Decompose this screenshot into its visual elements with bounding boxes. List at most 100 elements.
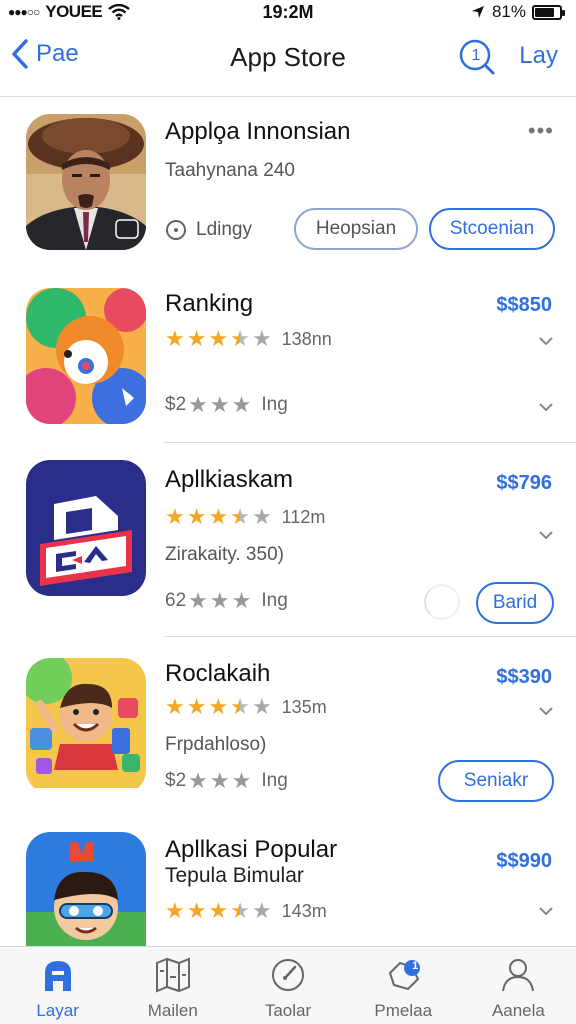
rating-prefix: 62 xyxy=(165,590,187,611)
star-icon: ★ xyxy=(165,326,185,351)
star-icon: ★ xyxy=(186,694,207,719)
chevron-down-icon[interactable] xyxy=(538,402,554,412)
star-half-icon: ★ xyxy=(230,504,250,529)
star-icon: ★ xyxy=(208,504,229,529)
star-icon: ★ xyxy=(209,768,230,793)
tab-aanela[interactable]: Aanela xyxy=(461,947,576,1024)
map-icon xyxy=(155,957,190,993)
star-empty-icon: ★ xyxy=(251,694,272,719)
list-item[interactable]: Ranking $$850 ★ ★ ★ ★ ★ 138nn $2 ★ ★ ★ I… xyxy=(0,274,576,442)
price-label[interactable]: $$850 xyxy=(496,294,552,317)
star-icon: ★ xyxy=(188,392,208,417)
star-icon: ★ xyxy=(165,898,185,923)
app-icon-ca-logo[interactable] xyxy=(26,460,146,596)
star-icon: ★ xyxy=(165,504,185,529)
row-divider xyxy=(164,442,576,443)
star-icon: ★ xyxy=(208,694,229,719)
app-subtitle: Zirakaity. 350) xyxy=(165,544,284,565)
tab-pmelaa[interactable]: 1 Pmelaa xyxy=(346,947,461,1024)
app-subtitle: Tepula Bimular xyxy=(165,864,304,887)
battery-icon xyxy=(532,4,565,20)
loading-spinner-icon xyxy=(424,584,460,620)
app-subtitle: Frpdahloso) xyxy=(165,734,267,755)
app-title: Apllkasi Popular xyxy=(165,836,338,863)
list-item[interactable]: Apllkiaskam $$796 ★ ★ ★ ★ ★ 112m Zirakai… xyxy=(0,444,576,634)
search-badge: 1 xyxy=(471,47,481,64)
chevron-down-icon[interactable] xyxy=(538,336,554,346)
star-icon: ★ xyxy=(209,588,230,613)
rating-prefix: $2 xyxy=(165,770,187,791)
app-title: Ranking xyxy=(165,290,254,317)
star-empty-icon: ★ xyxy=(251,898,272,923)
primary-button[interactable]: Stcoenian xyxy=(429,208,555,250)
tab-label: Taolar xyxy=(264,1001,312,1020)
price-label[interactable]: $$796 xyxy=(496,472,552,495)
chevron-down-icon[interactable] xyxy=(538,706,554,716)
star-icon: ★ xyxy=(231,768,252,793)
rating-prefix: $2 xyxy=(165,394,187,415)
star-rating: ★ ★ ★ ★ ★ 135m xyxy=(165,696,327,718)
star-icon: ★ xyxy=(186,504,207,529)
tab-taolar[interactable]: Taolar xyxy=(230,947,345,1024)
app-icon-cartoon-boy[interactable] xyxy=(26,658,146,794)
search-button[interactable]: 1 xyxy=(458,38,496,76)
rating-count: 138nn xyxy=(281,328,332,349)
get-button[interactable]: Barid xyxy=(476,582,554,624)
secondary-rating: $2 ★ ★ ★ Ing xyxy=(165,394,288,416)
tab-label: Pmelaa xyxy=(374,1001,433,1020)
price-label[interactable]: $$390 xyxy=(496,666,552,689)
app-store-icon xyxy=(44,961,71,991)
more-options-icon[interactable]: ••• xyxy=(528,118,554,144)
location-icon xyxy=(471,6,484,18)
tab-label: Layar xyxy=(36,1001,79,1020)
app-title: Apllkiaskam xyxy=(165,466,294,493)
tab-layar[interactable]: Layar xyxy=(0,947,115,1024)
back-button[interactable]: Pae xyxy=(10,38,79,70)
star-icon: ★ xyxy=(231,588,252,613)
star-half-icon: ★ xyxy=(230,326,250,351)
app-title: Applo̧a Innonsian xyxy=(165,118,351,145)
rating-count: 135m xyxy=(281,696,327,717)
rating-label: Ing xyxy=(261,590,288,611)
star-icon: ★ xyxy=(208,326,229,351)
list-item[interactable]: Roclakaih $$390 ★ ★ ★ ★ ★ 135m Frpdahlos… xyxy=(0,638,576,818)
compass-icon xyxy=(272,959,304,991)
tab-mailen[interactable]: Mailen xyxy=(115,947,230,1024)
chevron-left-icon xyxy=(12,39,28,69)
rating-label: Ing xyxy=(261,394,288,415)
star-icon: ★ xyxy=(208,898,229,923)
nav-right-button[interactable]: Lay xyxy=(519,42,558,70)
chevron-down-icon[interactable] xyxy=(538,530,554,540)
tab-bar: Layar Mailen Taolar 1 Pmelaa Aanela xyxy=(0,946,576,1024)
battery-percent: 81% xyxy=(491,2,526,21)
tab-label: Mailen xyxy=(147,1001,198,1020)
list-item[interactable]: Applo̧a Innonsian ••• Taahynana 240 Ldin… xyxy=(0,100,576,270)
star-empty-icon: ★ xyxy=(251,326,272,351)
app-icon-superhero[interactable] xyxy=(26,832,146,946)
star-icon: ★ xyxy=(186,326,207,351)
back-label: Pae xyxy=(36,40,79,67)
app-icon-portrait[interactable] xyxy=(26,114,146,250)
status-bar: ●●●○○ YOUEE 19:2M 81% xyxy=(0,0,576,26)
star-icon: ★ xyxy=(209,392,230,417)
row-divider xyxy=(164,636,576,637)
list-item[interactable]: Apllkasi Popular Tepula Bimular $$990 ★ … xyxy=(0,820,576,946)
app-icon-colorful-ball[interactable] xyxy=(26,288,146,424)
price-label[interactable]: $$990 xyxy=(496,850,552,873)
chevron-down-icon[interactable] xyxy=(538,906,554,916)
navigation-bar: Pae App Store 1 Lay xyxy=(0,28,576,86)
rating-count: 112m xyxy=(281,506,326,527)
get-button[interactable]: Seniakr xyxy=(438,760,554,802)
rating-count: 143m xyxy=(281,900,327,921)
secondary-button[interactable]: Heopsian xyxy=(294,208,418,250)
nav-divider xyxy=(0,96,576,97)
star-rating: ★ ★ ★ ★ ★ 143m xyxy=(165,900,327,922)
radio-icon[interactable] xyxy=(166,220,186,240)
tab-label: Aanela xyxy=(491,1001,545,1020)
rating-label: Ing xyxy=(261,770,288,791)
secondary-rating: 62 ★ ★ ★ Ing xyxy=(165,590,288,612)
star-half-icon: ★ xyxy=(230,898,250,923)
app-title: Roclakaih xyxy=(165,660,271,687)
secondary-rating: $2 ★ ★ ★ Ing xyxy=(165,770,288,792)
star-icon: ★ xyxy=(188,588,208,613)
